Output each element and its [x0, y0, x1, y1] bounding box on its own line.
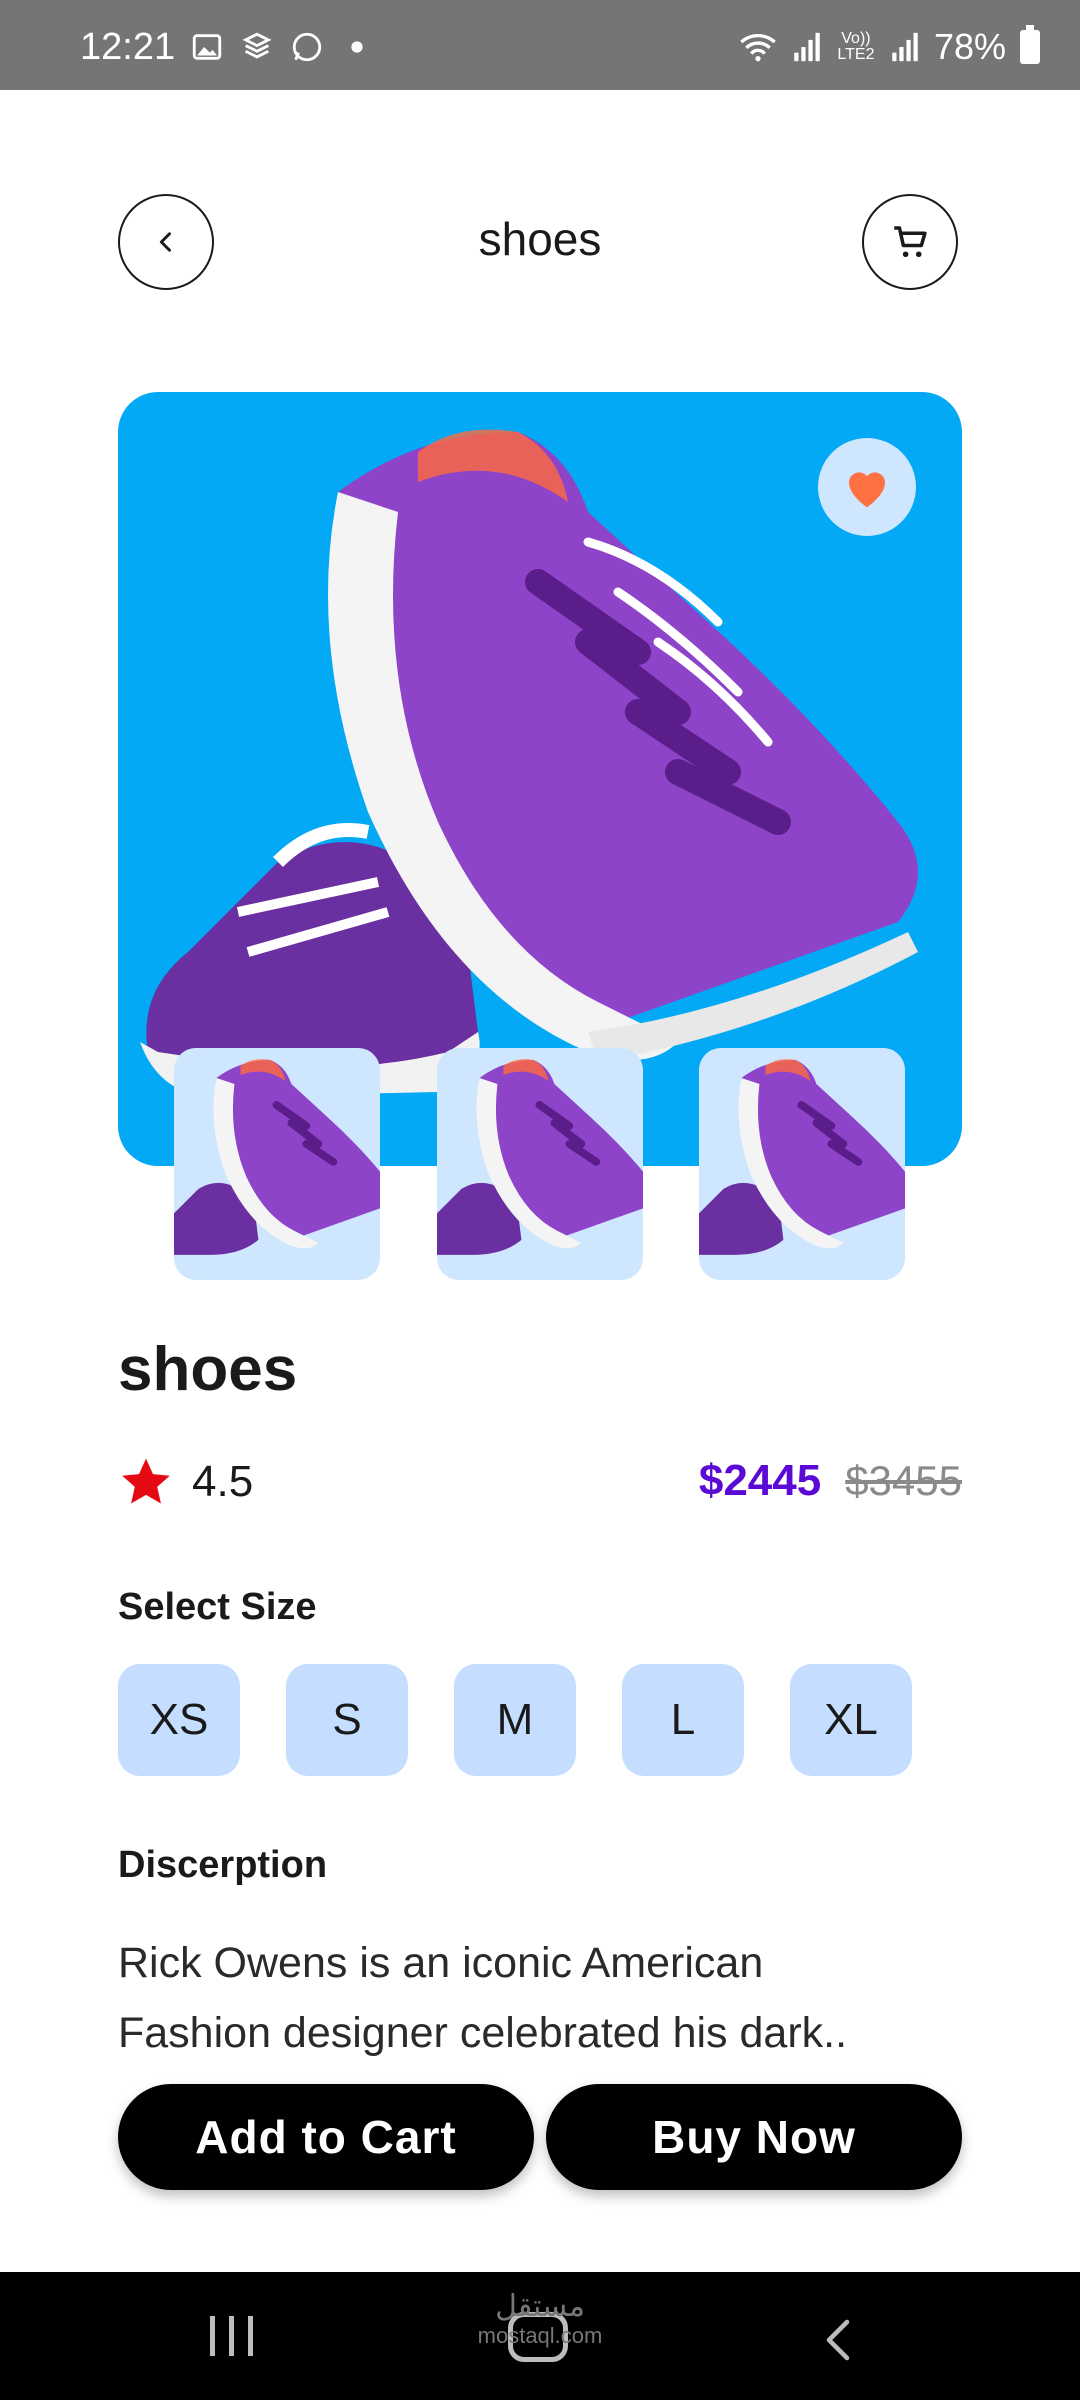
- description-line-1: Rick Owens is an iconic American: [118, 1939, 764, 1987]
- system-nav-bar: مستقل mostaql.com: [0, 2272, 1080, 2400]
- thumbnail-1[interactable]: [174, 1048, 380, 1280]
- product-title: shoes: [118, 1335, 298, 1404]
- star-icon: [122, 1458, 170, 1504]
- volte-label: Vo)) LTE2: [837, 30, 875, 63]
- size-option-xl[interactable]: XL: [790, 1664, 912, 1776]
- size-option-l[interactable]: L: [622, 1664, 744, 1776]
- signal-icon-2: [892, 32, 918, 62]
- dot-icon: [351, 41, 363, 53]
- heart-icon: [849, 472, 885, 508]
- shoe-thumbnail-image: [699, 1059, 905, 1255]
- recent-apps-button[interactable]: [210, 2316, 253, 2356]
- rating: 4.5: [118, 1454, 253, 1510]
- select-size-label: Select Size: [118, 1586, 317, 1628]
- size-option-xs[interactable]: XS: [118, 1664, 240, 1776]
- signal-icon: [794, 32, 820, 62]
- whatsapp-icon: [292, 32, 322, 62]
- thumbnail-3[interactable]: [699, 1048, 905, 1280]
- buy-now-button[interactable]: Buy Now: [546, 2084, 962, 2190]
- rating-value: 4.5: [192, 1457, 254, 1506]
- battery-icon: [1020, 25, 1040, 64]
- shoe-thumbnail-image: [437, 1059, 643, 1255]
- status-bar: 12:21 Vo)) LTE2 78%: [0, 0, 1080, 90]
- nav-back-button[interactable]: [820, 2316, 856, 2364]
- watermark: مستقل mostaql.com: [440, 2290, 640, 2348]
- original-price: $3455: [845, 1457, 962, 1504]
- current-price: $2445: [698, 1456, 822, 1505]
- notification-icons: [190, 30, 374, 64]
- favorite-button[interactable]: [818, 438, 916, 536]
- description-text: Rick Owens is an iconic American Fashion…: [118, 1928, 978, 2068]
- shopping-cart-icon: [894, 226, 927, 258]
- thumbnail-2[interactable]: [437, 1048, 643, 1280]
- add-to-cart-button[interactable]: Add to Cart: [118, 2084, 534, 2190]
- watermark-domain: mostaql.com: [477, 2323, 603, 2348]
- status-right: Vo)) LTE2 78%: [738, 25, 1040, 68]
- wifi-icon: [740, 34, 776, 62]
- watermark-arabic: مستقل: [495, 2290, 585, 2323]
- cart-button[interactable]: [862, 194, 958, 290]
- gallery-icon: [192, 34, 222, 60]
- shoe-thumbnail-image: [174, 1059, 380, 1255]
- app-notification-icon: [242, 32, 272, 59]
- description-line-2: Fashion designer celebrated his dark..: [118, 2009, 848, 2057]
- size-option-s[interactable]: S: [286, 1664, 408, 1776]
- price-row: $2445 $3455: [699, 1456, 962, 1506]
- description-label: Discerption: [118, 1844, 328, 1886]
- status-time: 12:21: [80, 26, 176, 68]
- size-option-m[interactable]: M: [454, 1664, 576, 1776]
- battery-percent: 78%: [933, 26, 1006, 67]
- size-options: XS S M L XL: [118, 1664, 912, 1776]
